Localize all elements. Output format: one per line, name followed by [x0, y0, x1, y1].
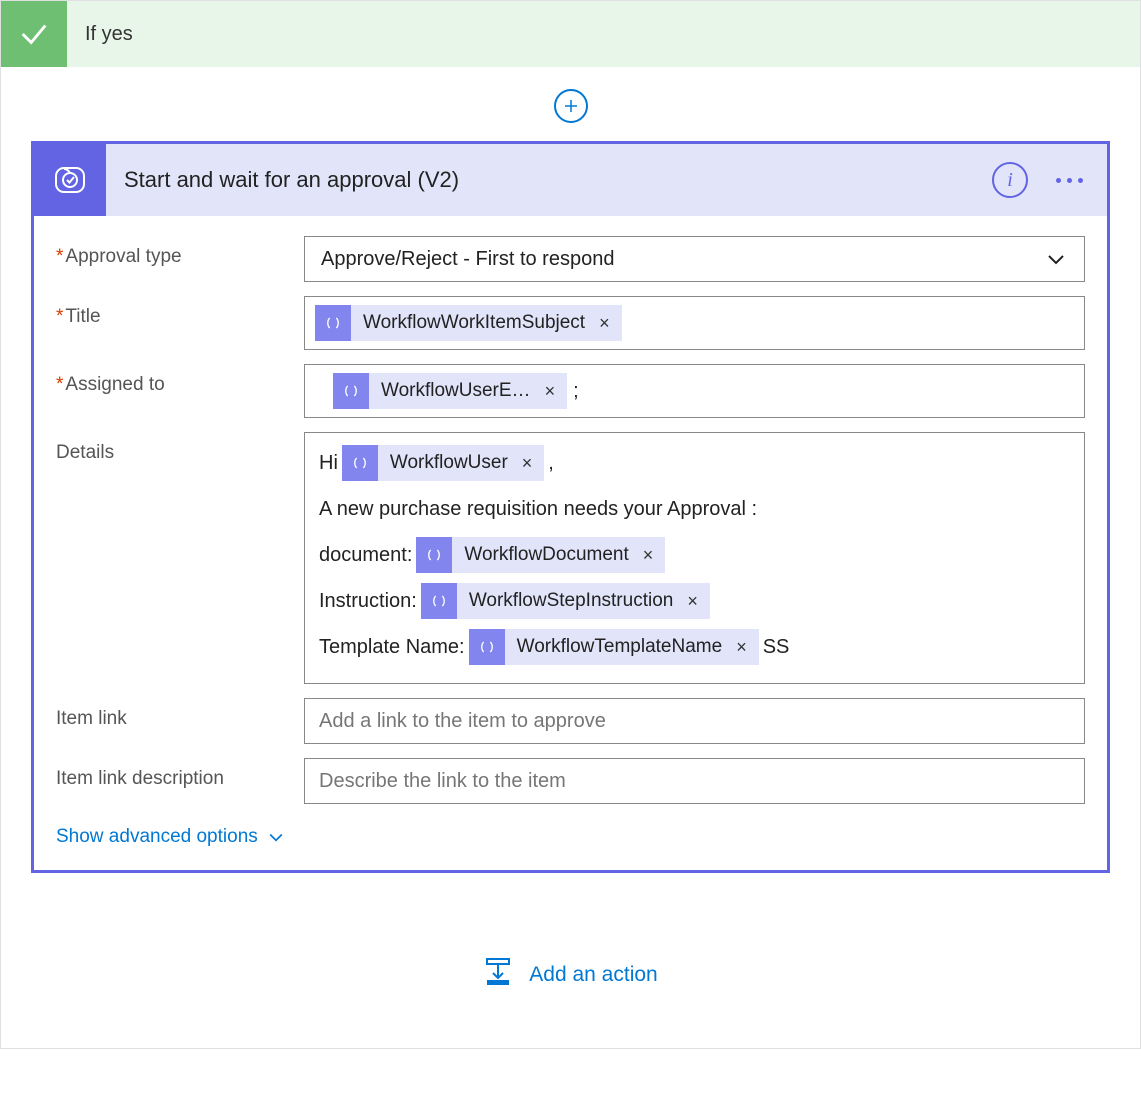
assigned-to-input[interactable]: WorkflowUserE… × ; [304, 364, 1085, 418]
token-remove-icon[interactable]: × [683, 583, 710, 619]
token-workflow-user-email[interactable]: WorkflowUserE… × [333, 373, 567, 409]
expression-icon [342, 445, 378, 481]
token-workflow-template-name[interactable]: WorkflowTemplateName × [469, 629, 759, 665]
add-step-button[interactable] [554, 89, 588, 123]
item-link-desc-field [304, 758, 1085, 804]
checkmark-icon [1, 1, 67, 67]
insert-action-icon[interactable] [483, 957, 513, 992]
approval-icon [34, 144, 106, 216]
field-details: Details Hi WorkflowUser × , A new purcha… [56, 432, 1085, 684]
token-remove-icon[interactable]: × [518, 445, 545, 481]
field-assigned-to: *Assigned to WorkflowUserE… × ; [56, 364, 1085, 418]
field-title: *Title WorkflowWorkItemSubject × [56, 296, 1085, 350]
assigned-to-suffix: ; [573, 380, 579, 403]
label-item-link-desc: Item link description [56, 758, 304, 790]
workflow-branch-container: If yes Start and wait for an approval (V… [0, 0, 1141, 1049]
item-link-input[interactable] [305, 699, 1084, 743]
add-action-row: Add an action [1, 909, 1140, 1048]
expression-icon [416, 537, 452, 573]
expression-icon [469, 629, 505, 665]
expression-icon [315, 305, 351, 341]
token-remove-icon[interactable]: × [595, 313, 622, 334]
show-advanced-options[interactable]: Show advanced options [56, 818, 1085, 854]
insert-step-row [1, 67, 1140, 141]
info-icon: i [1007, 169, 1013, 192]
plus-icon [562, 97, 580, 115]
item-link-field [304, 698, 1085, 744]
action-body: *Approval type Approve/Reject - First to… [34, 216, 1107, 870]
label-approval-type: *Approval type [56, 236, 304, 268]
expression-icon [333, 373, 369, 409]
details-line-3: document: WorkflowDocument × [319, 535, 1070, 575]
label-title: *Title [56, 296, 304, 328]
field-item-link: Item link [56, 698, 1085, 744]
details-line-1: Hi WorkflowUser × , [319, 443, 1070, 483]
field-approval-type: *Approval type Approve/Reject - First to… [56, 236, 1085, 282]
chevron-down-icon [266, 827, 286, 847]
info-button[interactable]: i [992, 162, 1028, 198]
token-remove-icon[interactable]: × [541, 381, 568, 402]
add-action-button[interactable]: Add an action [529, 963, 657, 987]
approval-action-card: Start and wait for an approval (V2) i *A… [31, 141, 1110, 873]
approval-type-select[interactable]: Approve/Reject - First to respond [304, 236, 1085, 282]
details-input[interactable]: Hi WorkflowUser × , A new purchase requi… [304, 432, 1085, 684]
details-line-5: Template Name: WorkflowTemplateName × SS [319, 627, 1070, 667]
item-link-desc-input[interactable] [305, 759, 1084, 803]
token-remove-icon[interactable]: × [639, 537, 666, 573]
title-input[interactable]: WorkflowWorkItemSubject × [304, 296, 1085, 350]
label-item-link: Item link [56, 698, 304, 730]
more-menu-button[interactable] [1056, 170, 1083, 191]
condition-title: If yes [67, 23, 133, 46]
token-remove-icon[interactable]: × [732, 629, 759, 665]
details-line-4: Instruction: WorkflowStepInstruction × [319, 581, 1070, 621]
action-title: Start and wait for an approval (V2) [106, 167, 992, 193]
token-workflow-step-instruction[interactable]: WorkflowStepInstruction × [421, 583, 710, 619]
condition-header[interactable]: If yes [1, 1, 1140, 67]
token-workflow-workitem-subject[interactable]: WorkflowWorkItemSubject × [315, 305, 622, 341]
token-workflow-document[interactable]: WorkflowDocument × [416, 537, 665, 573]
expression-icon [421, 583, 457, 619]
label-assigned-to: *Assigned to [56, 364, 304, 396]
label-details: Details [56, 432, 304, 464]
approval-type-value: Approve/Reject - First to respond [321, 248, 614, 271]
details-line-2: A new purchase requisition needs your Ap… [319, 489, 1070, 529]
action-header[interactable]: Start and wait for an approval (V2) i [34, 144, 1107, 216]
token-workflow-user[interactable]: WorkflowUser × [342, 445, 544, 481]
chevron-down-icon [1044, 247, 1068, 271]
field-item-link-desc: Item link description [56, 758, 1085, 804]
